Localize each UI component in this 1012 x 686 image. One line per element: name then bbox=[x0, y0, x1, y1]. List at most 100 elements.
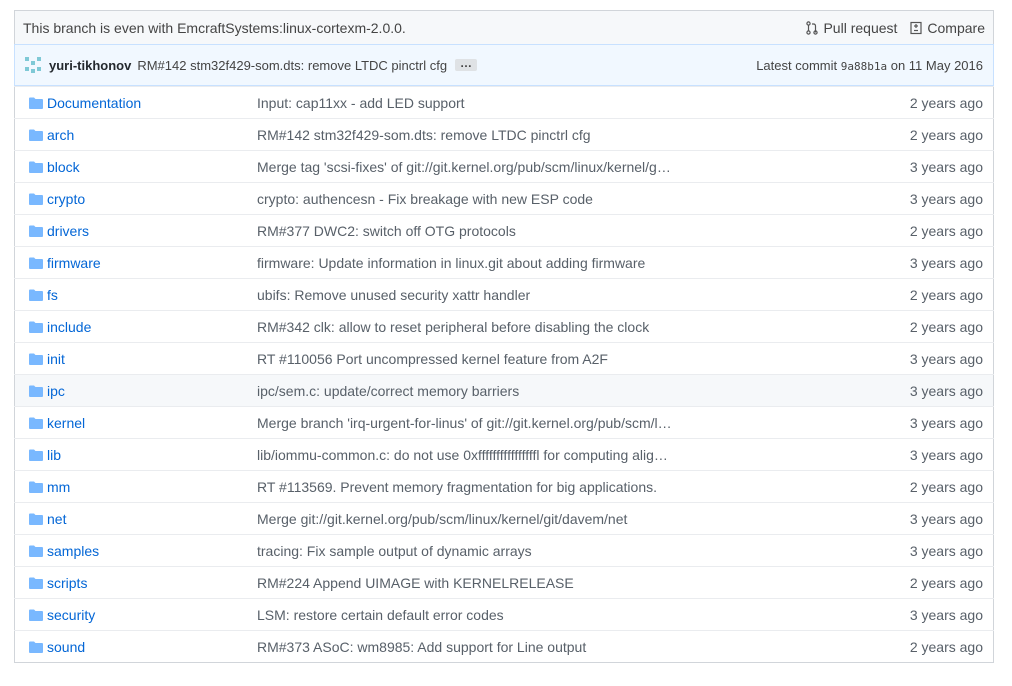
file-name-link[interactable]: net bbox=[47, 511, 66, 527]
file-name-link[interactable]: include bbox=[47, 319, 91, 335]
file-message-cell: Merge branch 'irq-urgent-for-linus' of g… bbox=[257, 407, 853, 439]
file-row[interactable]: mm RT #113569. Prevent memory fragmentati… bbox=[14, 470, 994, 503]
folder-icon bbox=[29, 481, 43, 493]
file-name-cell: mm bbox=[47, 471, 257, 503]
branch-actions: Pull request Compare bbox=[805, 20, 985, 36]
file-age: 2 years ago bbox=[909, 574, 983, 591]
file-commit-message-link[interactable]: firmware: Update information in linux.gi… bbox=[257, 255, 645, 271]
file-commit-message-link[interactable]: RM#377 DWC2: switch off OTG protocols bbox=[257, 223, 516, 239]
file-commit-message-link[interactable]: crypto: authencesn - Fix breakage with n… bbox=[257, 191, 593, 207]
file-row[interactable]: lib lib/iommu-common.c: do not use 0xffff… bbox=[14, 438, 994, 471]
file-age: 3 years ago bbox=[909, 190, 983, 207]
file-row[interactable]: drivers RM#377 DWC2: switch off OTG proto… bbox=[14, 214, 994, 247]
file-icon-cell bbox=[15, 535, 48, 567]
folder-icon bbox=[29, 353, 43, 365]
folder-icon bbox=[29, 545, 43, 557]
file-row[interactable]: security LSM: restore certain default err… bbox=[14, 598, 994, 631]
file-commit-message-link[interactable]: ubifs: Remove unused security xattr hand… bbox=[257, 287, 530, 303]
file-name-link[interactable]: crypto bbox=[47, 191, 85, 207]
file-name-cell: samples bbox=[47, 535, 257, 567]
file-commit-message-link[interactable]: RM#373 ASoC: wm8985: Add support for Lin… bbox=[257, 639, 586, 655]
commit-message-link[interactable]: RM#142 stm32f429-som.dts: remove LTDC pi… bbox=[137, 58, 447, 73]
file-message-cell: RT #110056 Port uncompressed kernel feat… bbox=[257, 343, 853, 375]
file-row[interactable]: firmware firmware: Update information in … bbox=[14, 246, 994, 279]
branch-status-text: This branch is even with EmcraftSystems:… bbox=[23, 19, 406, 36]
avatar[interactable] bbox=[23, 55, 43, 75]
commit-expand-button[interactable]: … bbox=[455, 57, 478, 71]
file-message-cell: firmware: Update information in linux.gi… bbox=[257, 247, 853, 279]
file-list: Documentation Input: cap11xx - add LED su… bbox=[14, 86, 994, 663]
file-row[interactable]: init RT #110056 Port uncompressed kernel … bbox=[14, 342, 994, 375]
file-commit-message-link[interactable]: lib/iommu-common.c: do not use 0xfffffff… bbox=[257, 447, 668, 463]
file-commit-message-link[interactable]: ipc/sem.c: update/correct memory barrier… bbox=[257, 383, 519, 399]
folder-icon bbox=[29, 449, 43, 461]
file-row[interactable]: Documentation Input: cap11xx - add LED su… bbox=[14, 86, 994, 119]
file-commit-message-link[interactable]: Merge tag 'scsi-fixes' of git://git.kern… bbox=[257, 159, 671, 175]
file-commit-message-link[interactable]: LSM: restore certain default error codes bbox=[257, 607, 504, 623]
file-name-link[interactable]: init bbox=[47, 351, 65, 367]
file-commit-message-link[interactable]: RT #113569. Prevent memory fragmentation… bbox=[257, 479, 657, 495]
file-name-link[interactable]: lib bbox=[47, 447, 61, 463]
file-icon-cell bbox=[15, 311, 48, 343]
file-age: 3 years ago bbox=[909, 542, 983, 559]
folder-icon bbox=[29, 417, 43, 429]
commit-sha-link[interactable]: 9a88b1a bbox=[841, 60, 887, 73]
file-age: 2 years ago bbox=[909, 126, 983, 143]
file-name-link[interactable]: drivers bbox=[47, 223, 89, 239]
file-name-link[interactable]: security bbox=[47, 607, 95, 623]
file-name-link[interactable]: firmware bbox=[47, 255, 101, 271]
file-commit-message-link[interactable]: tracing: Fix sample output of dynamic ar… bbox=[257, 543, 532, 559]
file-row[interactable]: include RM#342 clk: allow to reset periph… bbox=[14, 310, 994, 343]
file-age-cell: 3 years ago bbox=[853, 375, 994, 407]
file-row[interactable]: fs ubifs: Remove unused security xattr ha… bbox=[14, 278, 994, 311]
file-name-link[interactable]: arch bbox=[47, 127, 74, 143]
file-commit-message-link[interactable]: RM#224 Append UIMAGE with KERNELRELEASE bbox=[257, 575, 574, 591]
latest-commit-label: Latest commit bbox=[756, 57, 838, 73]
file-age: 3 years ago bbox=[909, 382, 983, 399]
file-name-link[interactable]: mm bbox=[47, 479, 70, 495]
file-row[interactable]: sound RM#373 ASoC: wm8985: Add support fo… bbox=[14, 630, 994, 663]
file-icon-cell bbox=[15, 439, 48, 471]
file-age-cell: 2 years ago bbox=[853, 215, 994, 247]
folder-icon bbox=[29, 129, 43, 141]
file-name-link[interactable]: samples bbox=[47, 543, 99, 559]
file-name-link[interactable]: scripts bbox=[47, 575, 87, 591]
folder-icon bbox=[29, 97, 43, 109]
file-age-cell: 2 years ago bbox=[853, 311, 994, 343]
file-row[interactable]: crypto crypto: authencesn - Fix breakage … bbox=[14, 182, 994, 215]
file-row[interactable]: net Merge git://git.kernel.org/pub/scm/li… bbox=[14, 502, 994, 535]
file-row[interactable]: kernel Merge branch 'irq-urgent-for-linus… bbox=[14, 406, 994, 439]
file-row[interactable]: samples tracing: Fix sample output of dyn… bbox=[14, 534, 994, 567]
file-row[interactable]: scripts RM#224 Append UIMAGE with KERNELR… bbox=[14, 566, 994, 599]
file-row[interactable]: block Merge tag 'scsi-fixes' of git://git… bbox=[14, 150, 994, 183]
file-age-cell: 2 years ago bbox=[853, 119, 994, 151]
commit-date: on 11 May 2016 bbox=[890, 57, 983, 73]
file-commit-message-link[interactable]: RT #110056 Port uncompressed kernel feat… bbox=[257, 351, 608, 367]
file-name-link[interactable]: fs bbox=[47, 287, 58, 303]
file-name-link[interactable]: sound bbox=[47, 639, 85, 655]
file-commit-message-link[interactable]: Merge branch 'irq-urgent-for-linus' of g… bbox=[257, 415, 672, 431]
latest-commit-info: Latest commit 9a88b1a on 11 May 2016 bbox=[756, 58, 983, 73]
file-name-link[interactable]: ipc bbox=[47, 383, 65, 399]
file-name-link[interactable]: block bbox=[47, 159, 80, 175]
file-age-cell: 3 years ago bbox=[853, 151, 994, 183]
pull-request-icon bbox=[806, 20, 819, 35]
file-commit-message-link[interactable]: Input: cap11xx - add LED support bbox=[257, 95, 465, 111]
compare-icon bbox=[910, 21, 923, 34]
file-age-cell: 3 years ago bbox=[853, 343, 994, 375]
file-icon-cell bbox=[15, 183, 48, 215]
commit-author-link[interactable]: yuri-tikhonov bbox=[49, 58, 131, 73]
file-message-cell: RM#373 ASoC: wm8985: Add support for Lin… bbox=[257, 631, 853, 663]
file-icon-cell bbox=[15, 567, 48, 599]
file-commit-message-link[interactable]: RM#142 stm32f429-som.dts: remove LTDC pi… bbox=[257, 127, 591, 143]
pull-request-button[interactable]: Pull request bbox=[805, 20, 897, 36]
file-row[interactable]: ipc ipc/sem.c: update/correct memory barr… bbox=[14, 374, 994, 407]
file-commit-message-link[interactable]: Merge git://git.kernel.org/pub/scm/linux… bbox=[257, 511, 627, 527]
file-commit-message-link[interactable]: RM#342 clk: allow to reset peripheral be… bbox=[257, 319, 649, 335]
file-name-link[interactable]: Documentation bbox=[47, 95, 141, 111]
file-message-cell: tracing: Fix sample output of dynamic ar… bbox=[257, 535, 853, 567]
file-name-cell: sound bbox=[47, 631, 257, 663]
file-row[interactable]: arch RM#142 stm32f429-som.dts: remove LTD… bbox=[14, 118, 994, 151]
file-name-link[interactable]: kernel bbox=[47, 415, 85, 431]
compare-button[interactable]: Compare bbox=[909, 20, 985, 36]
